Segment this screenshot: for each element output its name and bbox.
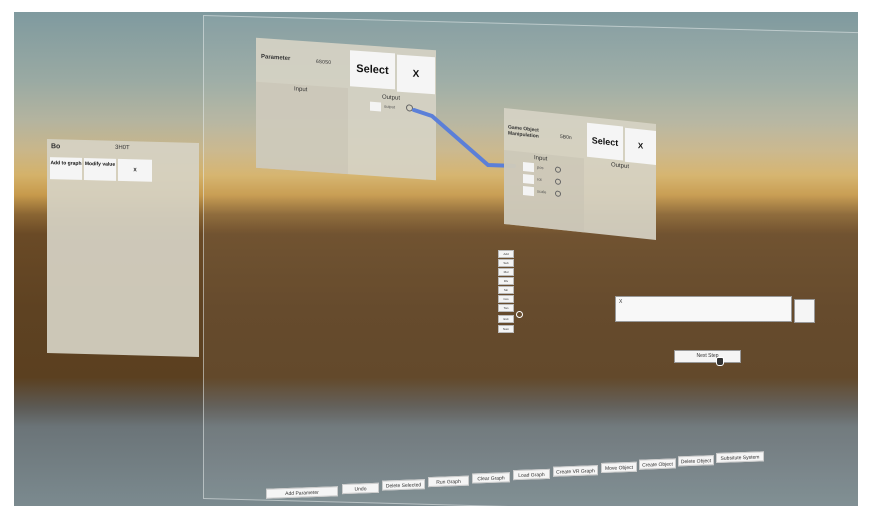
value-submit-button[interactable] (794, 299, 815, 323)
next-step-button[interactable]: Next Step (674, 350, 741, 363)
create-object-button[interactable]: Create Object (639, 458, 676, 470)
add-parameter-button[interactable]: Add Parameter (266, 486, 338, 499)
parameter-input-column (256, 81, 348, 175)
left-panel: Bo 3H0T Add to graph Modify value X (47, 139, 199, 357)
parameter-node-id: 6S0S0 (316, 58, 332, 66)
parameter-output-port-label: output (384, 103, 396, 110)
game-object-input-port-pos[interactable] (523, 162, 534, 173)
game-object-output-label: Output (611, 162, 630, 171)
modify-value-button[interactable]: Modify value (84, 157, 116, 181)
left-panel-name: Bo (51, 143, 61, 151)
game-object-input-port-rot[interactable] (523, 174, 534, 185)
game-object-close-button[interactable]: X (625, 127, 656, 165)
game-object-input-label: Input (534, 155, 548, 163)
op-button-add[interactable]: Add (498, 250, 514, 258)
game-object-input-port-scale[interactable] (523, 186, 534, 197)
undo-button[interactable]: Undo (342, 482, 379, 495)
game-object-input-port-rot-label: rot (537, 176, 542, 182)
parameter-output-port-checkbox[interactable] (370, 101, 381, 112)
value-text-field-text: X (619, 299, 623, 305)
value-text-field[interactable]: X (615, 296, 792, 322)
clear-graph-button[interactable]: Clear Graph (472, 472, 510, 484)
op-button-tan[interactable]: Tan (498, 304, 514, 312)
delete-selected-button[interactable]: Delete Selected (382, 479, 425, 491)
game-object-node-title: Game Object Manipulation (508, 124, 539, 140)
game-object-node[interactable]: Game Object Manipulation 5B0n Select X I… (504, 108, 656, 240)
game-object-pos-connector-icon[interactable] (555, 166, 561, 174)
left-panel-id: 3H0T (115, 144, 130, 152)
vr-scene: Bo 3H0T Add to graph Modify value X Para… (14, 12, 858, 506)
operation-button-stack: Add Sub Mul Div Sin Cos Tan Exit Num (498, 250, 514, 340)
add-to-graph-button[interactable]: Add to graph (50, 157, 82, 180)
parameter-input-label: Input (294, 86, 308, 94)
subsitute-system-button[interactable]: Subsitute System (716, 451, 764, 464)
run-graph-button[interactable]: Run Graph (428, 475, 469, 488)
load-graph-button[interactable]: Load Graph (513, 468, 550, 481)
parameter-output-label: Output (382, 94, 401, 102)
delete-object-button[interactable]: Delete Object (678, 455, 714, 467)
parameter-select-button[interactable]: Select (350, 50, 395, 90)
parameter-close-button[interactable]: X (397, 54, 435, 95)
op-button-mul[interactable]: Mul (498, 268, 514, 276)
op-button-sin[interactable]: Sin (498, 286, 514, 294)
parameter-node-title: Parameter (261, 54, 291, 63)
parameter-output-connector-icon[interactable] (406, 104, 413, 112)
game-object-scale-connector-icon[interactable] (555, 190, 561, 198)
game-object-input-port-pos-label: pos (537, 164, 544, 171)
op-button-div[interactable]: Div (498, 277, 514, 285)
move-object-button[interactable]: Move Object (601, 461, 637, 474)
game-object-input-port-scale-label: scale (537, 188, 547, 195)
game-object-select-button[interactable]: Select (587, 122, 623, 161)
left-panel-close-button[interactable]: X (118, 158, 152, 182)
op-button-sub[interactable]: Sub (498, 259, 514, 267)
vr-pointer-reticle-icon (516, 311, 523, 318)
parameter-node[interactable]: Parameter 6S0S0 Select X Input Output ou… (256, 37, 436, 181)
create-vr-graph-button[interactable]: Create VR Graph (553, 465, 598, 477)
op-button-exit[interactable]: Exit (498, 315, 514, 323)
op-button-num[interactable]: Num (498, 325, 514, 333)
op-button-cos[interactable]: Cos (498, 295, 514, 303)
cursor-hand-icon (716, 357, 724, 366)
game-object-node-id: 5B0n (560, 133, 572, 142)
game-object-rot-connector-icon[interactable] (555, 178, 561, 186)
